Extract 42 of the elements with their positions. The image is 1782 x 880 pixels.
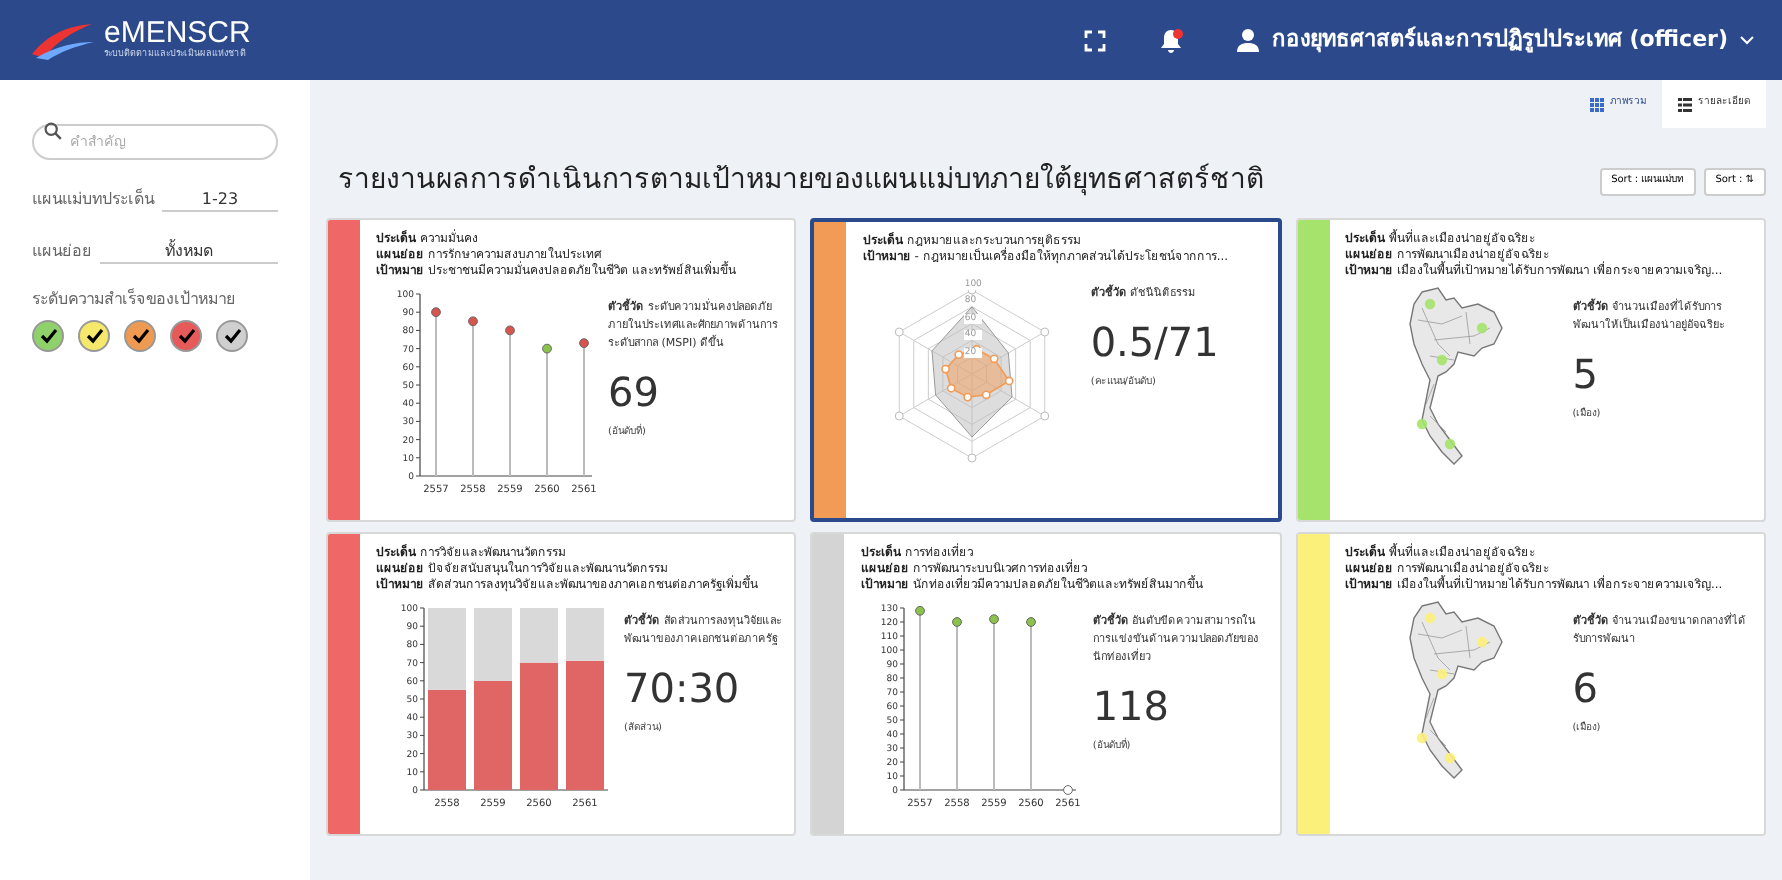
point	[579, 338, 589, 349]
user-name[interactable]: กองยุทธศาสตร์และการปฏิรูปประเทศ (officer)	[1271, 23, 1728, 57]
level-checkbox[interactable]	[216, 320, 248, 352]
point	[542, 343, 552, 354]
point	[431, 307, 441, 318]
filter-select[interactable]: 1-23	[162, 190, 278, 212]
fullscreen-icon[interactable]	[1083, 29, 1106, 51]
filter-select[interactable]: ทั้งหมด	[100, 242, 278, 264]
check-icon	[223, 328, 241, 344]
indicator-value: 6	[1572, 662, 1601, 714]
bell-icon[interactable]	[1157, 27, 1184, 53]
logo-icon	[28, 18, 96, 62]
logo-text: eMENSCR	[104, 18, 251, 50]
level-checkbox[interactable]	[170, 320, 202, 352]
point	[505, 325, 515, 336]
indicator-card[interactable]	[1295, 532, 1766, 836]
indicator-value: 69	[608, 366, 661, 418]
indicator-card[interactable]	[326, 218, 797, 522]
page-title: รายงานผลการดำเนินการตามเป้าหมายของแผนแม่บทภายใต้ยุทธศาสตร์ชาติ	[338, 161, 1264, 200]
list-icon	[1678, 97, 1692, 111]
grid-icon	[1590, 97, 1604, 111]
point	[468, 316, 478, 327]
indicator-card[interactable]	[326, 532, 797, 836]
indicator-value: 70:30	[624, 662, 742, 714]
indicator-value: 118	[1092, 680, 1172, 732]
level-checkbox[interactable]	[124, 320, 156, 352]
filter-label: แผนย่อย	[32, 240, 92, 264]
indicator-value: 0.5/71	[1090, 316, 1221, 368]
level-checkbox[interactable]	[32, 320, 64, 352]
filter-label: แผนแม่บทประเด็น	[32, 188, 154, 212]
levels-label: ระดับความสำเร็จของเป้าหมาย	[32, 288, 238, 312]
check-icon	[131, 328, 149, 344]
level-checkbox[interactable]	[78, 320, 110, 352]
check-icon	[85, 328, 103, 344]
search-icon	[44, 121, 62, 139]
indicator-card[interactable]	[1295, 218, 1766, 522]
indicator-card[interactable]	[810, 532, 1282, 836]
chevron-down-icon[interactable]	[1740, 35, 1754, 45]
indicator-value: 5	[1572, 348, 1601, 400]
user-icon	[1235, 28, 1260, 52]
check-icon	[39, 328, 57, 344]
check-icon	[177, 328, 195, 344]
